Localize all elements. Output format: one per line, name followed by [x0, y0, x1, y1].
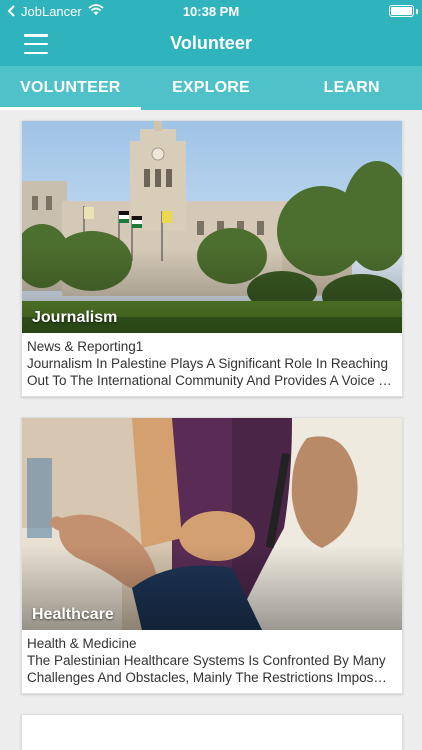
opportunity-card[interactable]	[21, 714, 403, 750]
tab-label: LEARN	[323, 79, 380, 96]
app-header: Volunteer	[0, 22, 422, 66]
card-body: Health & Medicine The Palestinian Health…	[22, 630, 402, 693]
battery-icon	[389, 5, 414, 17]
tab-bar: VOLUNTEER EXPLORE LEARN	[0, 66, 422, 110]
battery-nub	[416, 9, 418, 14]
card-description: Journalism In Palestine Plays A Signific…	[27, 356, 393, 388]
tab-explore[interactable]: EXPLORE	[141, 66, 282, 110]
opportunity-card[interactable]: Healthcare Health & Medicine The Palesti…	[21, 417, 403, 694]
healthcare-illustration	[22, 418, 402, 630]
tab-volunteer[interactable]: VOLUNTEER	[0, 66, 141, 110]
card-description: The Palestinian Healthcare Systems Is Co…	[27, 653, 389, 685]
card-category: Health & Medicine	[27, 636, 137, 651]
card-list: Journalism News & Reporting1 Journalism …	[0, 110, 422, 750]
card-category: News & Reporting1	[27, 339, 144, 354]
card-body: News & Reporting1 Journalism In Palestin…	[22, 333, 402, 396]
card-image-label: Healthcare	[32, 606, 114, 623]
card-image-label: Journalism	[32, 309, 118, 326]
top-bar: JobLancer 10:38 PM Volunteer	[0, 0, 422, 66]
tab-label: EXPLORE	[172, 79, 250, 96]
tab-learn[interactable]: LEARN	[281, 66, 422, 110]
opportunity-card[interactable]: Journalism News & Reporting1 Journalism …	[21, 120, 403, 397]
card-image: Healthcare	[22, 418, 402, 630]
status-time: 10:38 PM	[182, 4, 240, 19]
status-bar: JobLancer 10:38 PM	[0, 0, 422, 22]
tab-label: VOLUNTEER	[20, 79, 121, 96]
card-image: Journalism	[22, 121, 402, 333]
building-illustration	[22, 121, 402, 333]
page-title: Volunteer	[170, 33, 252, 53]
